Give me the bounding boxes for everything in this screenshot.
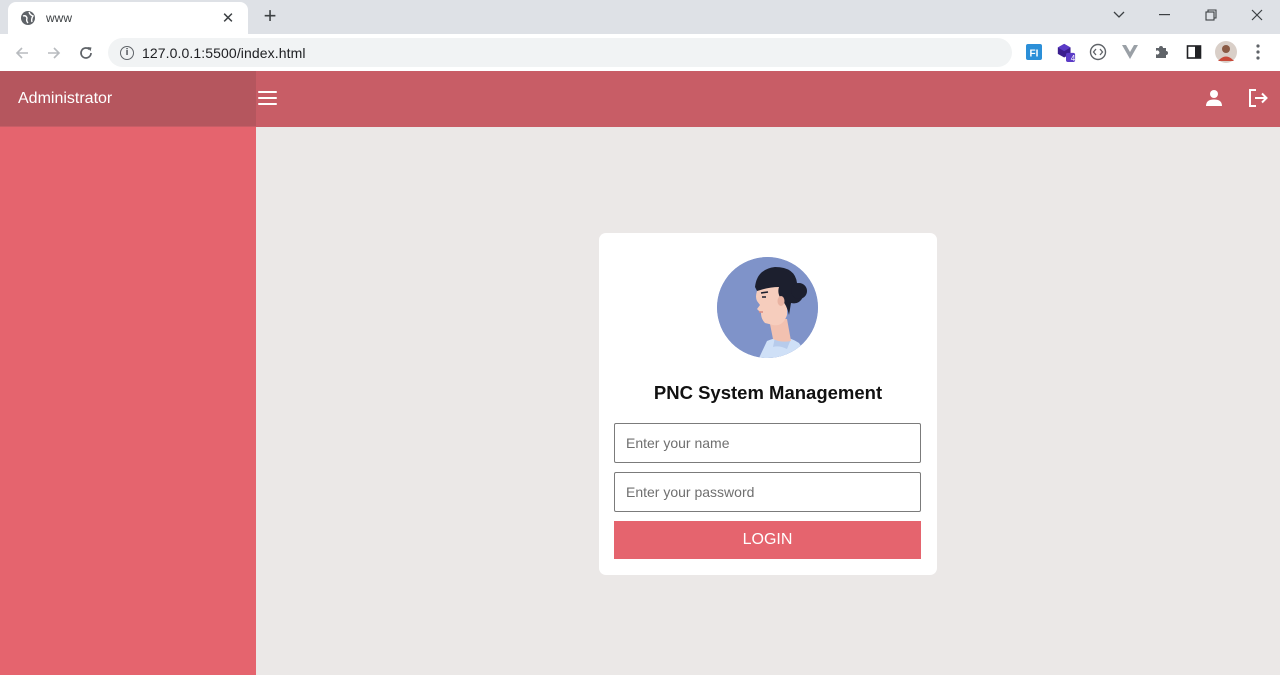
minimize-icon[interactable] (1142, 0, 1188, 30)
code-extension-icon[interactable] (1088, 42, 1108, 62)
forward-arrow-icon[interactable] (41, 40, 67, 66)
cube-extension-icon[interactable]: 4 (1056, 42, 1076, 63)
extension-badge: 4 (1070, 54, 1076, 63)
sidebar (0, 127, 256, 675)
kebab-menu-icon[interactable] (1248, 42, 1268, 62)
user-icon[interactable] (1202, 86, 1226, 110)
hamburger-menu-icon[interactable] (258, 87, 278, 109)
restore-icon[interactable] (1188, 0, 1234, 30)
browser-tab-strip: www ✕ + (0, 0, 1280, 34)
new-tab-button[interactable]: + (258, 5, 282, 28)
profile-avatar[interactable] (1215, 41, 1237, 63)
tab-title: www (46, 11, 72, 25)
login-title: PNC System Management (653, 382, 883, 403)
tab-search-chevron-icon[interactable] (1096, 0, 1142, 30)
globe-icon (20, 10, 36, 26)
app-header: Administrator (0, 71, 1280, 127)
name-input[interactable] (614, 423, 921, 463)
logout-icon[interactable] (1246, 86, 1270, 110)
close-tab-icon[interactable]: ✕ (220, 9, 236, 27)
login-button[interactable]: LOGIN (614, 521, 921, 559)
fi-extension-icon[interactable]: FI (1024, 42, 1044, 62)
browser-tab[interactable]: www ✕ (8, 2, 248, 34)
puzzle-extensions-icon[interactable] (1152, 42, 1172, 62)
login-card: PNC System Management LOGIN (599, 233, 937, 575)
user-avatar-illustration (717, 257, 818, 358)
site-info-icon[interactable]: i (120, 45, 134, 60)
reload-icon[interactable] (73, 40, 99, 66)
url-text: 127.0.0.1:5500/index.html (142, 44, 306, 61)
back-arrow-icon[interactable] (9, 40, 35, 66)
address-bar[interactable]: i 127.0.0.1:5500/index.html (108, 38, 1012, 67)
brand-title: Administrator (0, 71, 256, 126)
side-panel-icon[interactable] (1184, 42, 1204, 62)
password-input[interactable] (614, 472, 921, 512)
close-window-icon[interactable] (1234, 0, 1280, 30)
browser-toolbar: i 127.0.0.1:5500/index.html FI 4 (0, 34, 1280, 92)
vue-devtools-icon[interactable] (1120, 42, 1140, 62)
fi-extension-label: FI (1030, 49, 1039, 60)
